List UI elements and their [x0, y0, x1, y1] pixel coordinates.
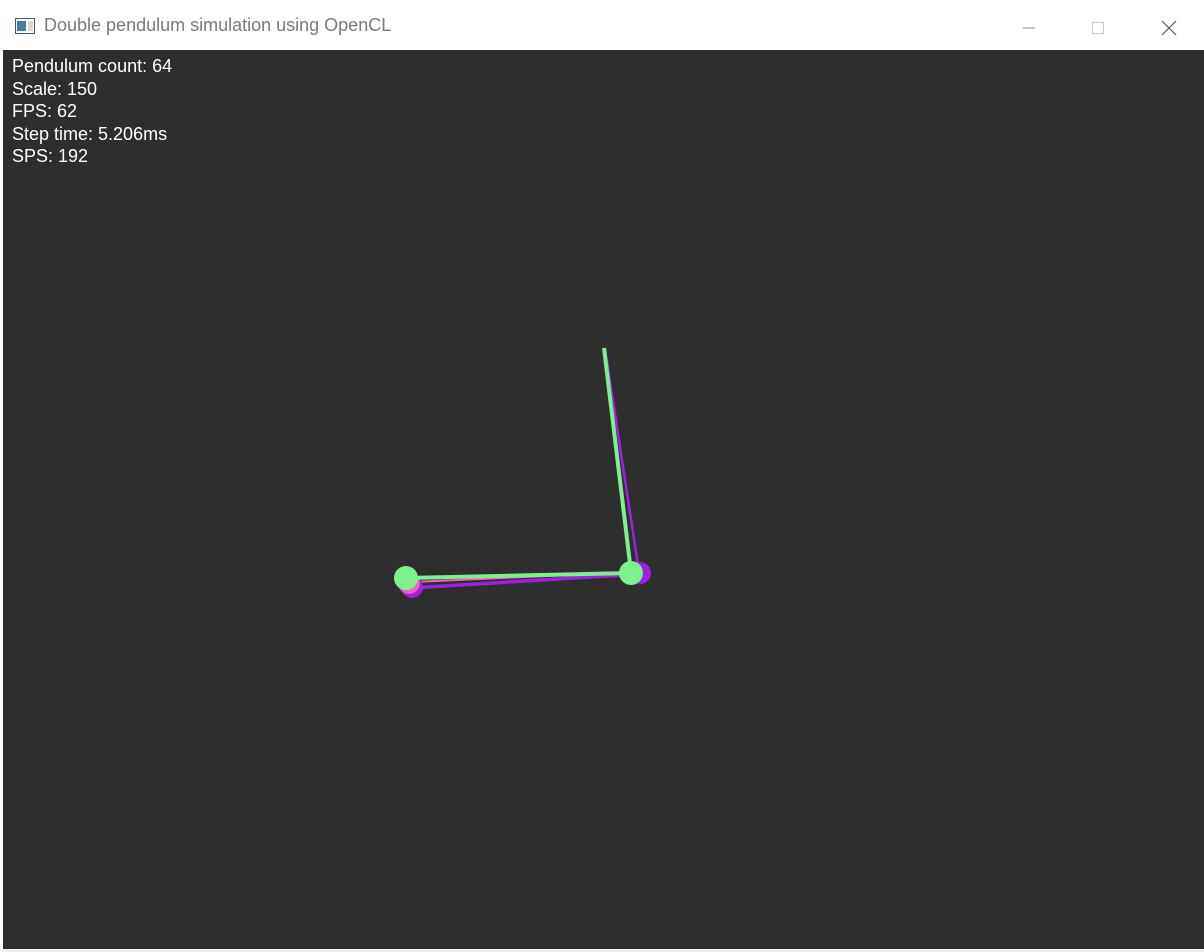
- minimize-icon: [1023, 27, 1035, 28]
- pendulum-main: [394, 347, 643, 590]
- app-icon: [15, 18, 35, 34]
- pendulum-joint-bob: [619, 561, 643, 585]
- window-title: Double pendulum simulation using OpenCL: [44, 15, 392, 35]
- close-icon: [1161, 20, 1177, 35]
- scale-label: Scale: 150: [12, 78, 98, 99]
- sps-label: SPS: 192: [12, 146, 89, 166]
- minimize-button[interactable]: [999, 5, 1059, 50]
- pendulum-render: [394, 347, 651, 598]
- pendulum-count-label: Pendulum count: 64: [12, 56, 173, 76]
- maximize-icon: [1092, 21, 1104, 34]
- fps-label: FPS: 62: [12, 101, 78, 121]
- pendulum-end-bob: [394, 566, 418, 590]
- title-bar[interactable]: Double pendulum simulation using OpenCL: [3, 5, 1204, 50]
- simulation-canvas[interactable]: Pendulum count: 64 Scale: 150 FPS: 62 St…: [3, 50, 1204, 950]
- pendulum-trail-group: [394, 347, 651, 598]
- maximize-button[interactable]: [1068, 5, 1128, 50]
- close-button[interactable]: [1139, 5, 1199, 50]
- app-window: Double pendulum simulation using OpenCL: [3, 5, 1204, 950]
- step-time-label: Step time: 5.206ms: [12, 123, 168, 144]
- stats-overlay: Pendulum count: 64 Scale: 150 FPS: 62 St…: [12, 55, 172, 168]
